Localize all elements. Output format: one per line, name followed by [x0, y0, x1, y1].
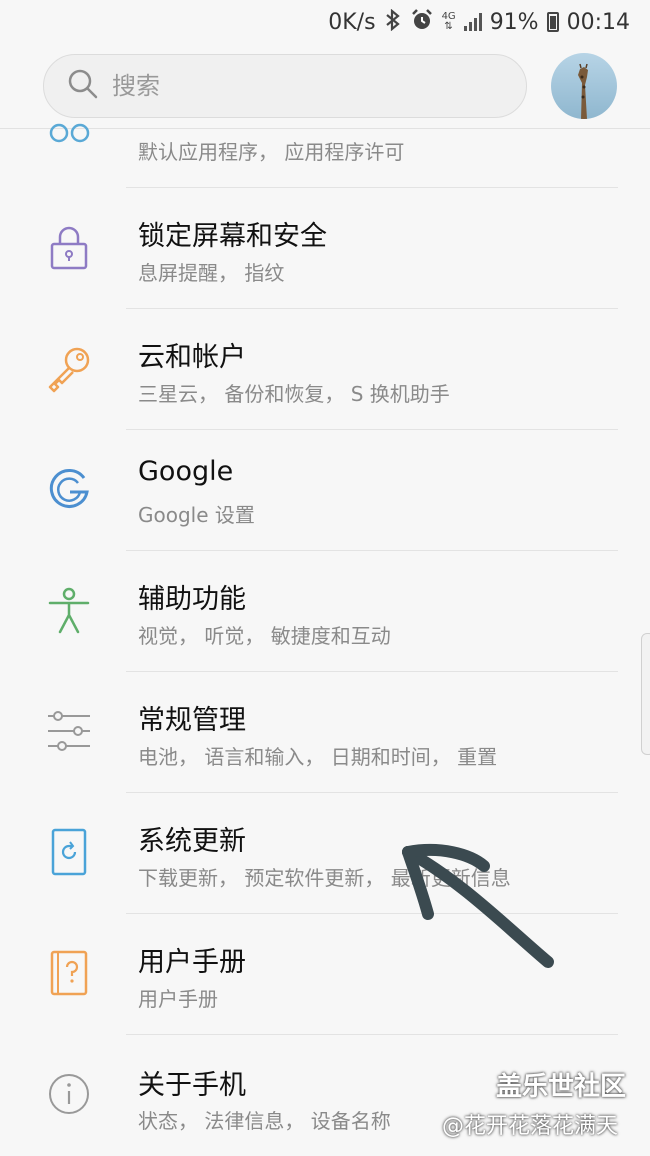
watermark-brand: 盖乐世社区	[496, 1072, 627, 1102]
battery-icon	[546, 12, 559, 32]
alarm-icon	[410, 8, 434, 37]
settings-item-title: 辅助功能	[138, 584, 246, 615]
watermark-user: @花开花落花满天	[442, 1114, 619, 1139]
key-icon	[44, 343, 94, 393]
settings-item-title: 锁定屏幕和安全	[138, 221, 327, 252]
settings-item-lock-screen[interactable]: 锁定屏幕和安全 息屏提醒， 指纹	[0, 188, 650, 309]
settings-item-subtitle: 用户手册	[138, 987, 218, 1011]
google-icon	[44, 464, 94, 514]
bluetooth-icon	[384, 8, 402, 36]
network-type-label: 4G	[441, 11, 456, 22]
scrollbar-handle[interactable]	[641, 633, 650, 755]
settings-item-title: 系统更新	[138, 826, 246, 857]
settings-item-subtitle: 默认应用程序， 应用程序许可	[138, 140, 405, 164]
apps-icon	[44, 123, 94, 173]
system-update-icon	[44, 827, 94, 877]
settings-item-subtitle: 三星云， 备份和恢复， S 换机助手	[138, 382, 450, 406]
settings-item-subtitle: 电池， 语言和输入， 日期和时间， 重置	[138, 745, 498, 769]
network-speed: 0K/s	[328, 9, 376, 35]
sliders-icon	[44, 706, 94, 756]
settings-item-title: 云和帐户	[138, 342, 246, 373]
settings-item-general-management[interactable]: 常规管理 电池， 语言和输入， 日期和时间， 重置	[0, 672, 650, 793]
manual-icon	[44, 948, 94, 998]
settings-item-title: 用户手册	[138, 947, 246, 978]
settings-item-apps[interactable]: 默认应用程序， 应用程序许可	[0, 67, 650, 188]
settings-item-google[interactable]: Google Google 设置	[0, 430, 650, 551]
network-type-icon: 4G ⇅	[441, 11, 456, 32]
clock: 00:14	[566, 9, 630, 35]
settings-item-subtitle: 息屏提醒， 指纹	[138, 261, 285, 285]
signal-icon	[463, 13, 482, 31]
settings-item-subtitle: Google 设置	[138, 503, 255, 527]
info-icon	[44, 1069, 94, 1119]
arrow-annotation	[402, 844, 554, 968]
settings-item-title: 常规管理	[138, 705, 246, 736]
battery-percent: 91%	[489, 9, 539, 35]
settings-item-title: Google	[138, 456, 234, 487]
settings-item-title: 关于手机	[138, 1070, 246, 1101]
accessibility-icon	[44, 585, 94, 635]
settings-item-subtitle: 视觉， 听觉， 敏捷度和互动	[138, 624, 391, 648]
settings-item-subtitle: 状态， 法律信息， 设备名称	[138, 1109, 391, 1133]
settings-item-accessibility[interactable]: 辅助功能 视觉， 听觉， 敏捷度和互动	[0, 551, 650, 672]
settings-item-cloud-accounts[interactable]: 云和帐户 三星云， 备份和恢复， S 换机助手	[0, 309, 650, 430]
lock-icon	[44, 222, 94, 272]
status-bar: 0K/s 4G ⇅ 91% 00:14	[0, 0, 650, 44]
